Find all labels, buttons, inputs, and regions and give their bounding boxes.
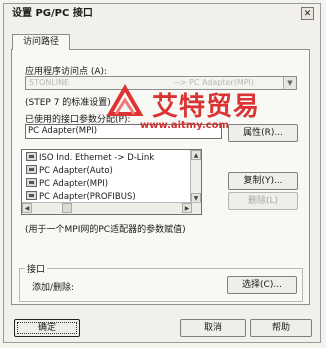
description-text: (用于一个MPI网的PC适配器的参数赋值) xyxy=(25,225,186,235)
list-item[interactable]: PC Adapter(MPI) xyxy=(26,178,108,190)
vertical-scrollbar[interactable]: ▲ ▼ xyxy=(190,150,201,203)
network-card-icon xyxy=(26,152,37,161)
properties-button[interactable]: 属性(R)... xyxy=(228,124,298,142)
scroll-thumb[interactable] xyxy=(62,203,72,213)
copy-button[interactable]: 复制(Y)... xyxy=(228,172,298,190)
select-button[interactable]: 选择(C)... xyxy=(227,276,297,294)
add-remove-label: 添加/删除: xyxy=(32,283,75,293)
delete-button: 删除(L) xyxy=(228,192,298,210)
list-item[interactable]: PC Adapter(Auto) xyxy=(26,165,113,177)
network-card-icon xyxy=(26,178,37,187)
scroll-left-icon[interactable]: ◀ xyxy=(22,203,32,213)
title-bar: 设置 PG/PC 接口 xyxy=(4,4,320,24)
network-card-icon xyxy=(26,165,37,174)
help-button[interactable]: 帮助 xyxy=(250,319,312,337)
close-icon[interactable]: ✕ xyxy=(301,7,314,20)
interface-list[interactable]: ISO Ind. Ethernet -> D-Link PC Adapter(A… xyxy=(21,149,202,215)
access-point-value-suffix: --> PC Adapter(MPI) xyxy=(174,78,255,87)
interfaces-group-title: 接口 xyxy=(25,262,48,275)
scroll-up-icon[interactable]: ▲ xyxy=(191,150,201,160)
cancel-button[interactable]: 取消 xyxy=(180,319,246,337)
scroll-right-icon[interactable]: ▶ xyxy=(182,203,192,213)
ok-button[interactable]: 确定 xyxy=(14,319,80,337)
set-pgpc-interface-dialog: 设置 PG/PC 接口 ✕ 访问路径 应用程序访问点 (A): STONLINE… xyxy=(3,3,321,343)
network-card-icon xyxy=(26,191,37,200)
access-point-note: (STEP 7 的标准设置) xyxy=(25,98,111,108)
horizontal-scrollbar[interactable]: ◀ ▶ xyxy=(22,202,201,214)
list-item[interactable]: ISO Ind. Ethernet -> D-Link xyxy=(26,152,154,164)
access-point-value: STONLINE xyxy=(29,78,70,87)
access-point-select[interactable]: STONLINE --> PC Adapter(MPI) ▼ xyxy=(25,76,297,90)
tab-access-path[interactable]: 访问路径 xyxy=(12,34,70,50)
interface-field[interactable]: PC Adapter(MPI) xyxy=(25,124,222,139)
window-title: 设置 PG/PC 接口 xyxy=(12,8,93,19)
chevron-down-icon[interactable]: ▼ xyxy=(283,77,296,89)
